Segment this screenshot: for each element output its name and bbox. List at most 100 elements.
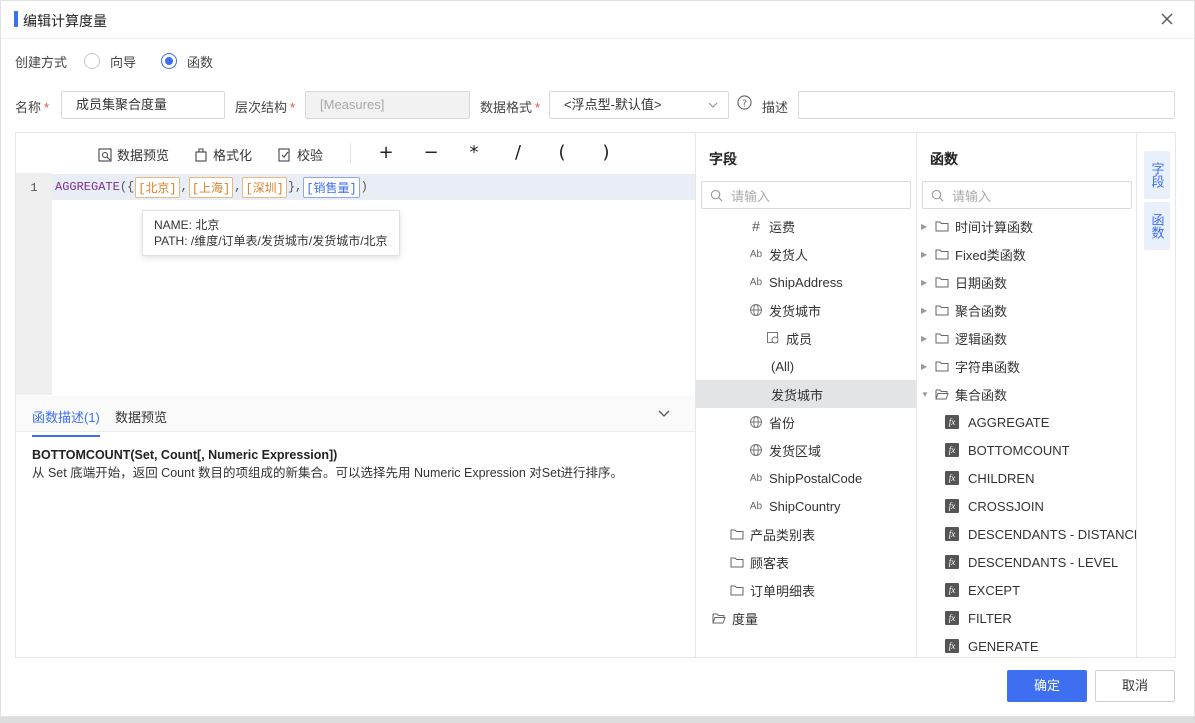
functions-panel: 函数 请输入 ▶ 时间计算函数 ▶ Fixed类函数 ▶ 日期函数 ▶ 聚合函数 ▶ 逻辑… [917,133,1136,657]
globe-icon [749,303,763,317]
measures-folder[interactable]: 度量 [696,604,916,632]
fields-panel: 字段 请输入 # 运费 Ab 发货人 Ab ShipAddress 发货城市 成员 (… [696,133,917,657]
function-group[interactable]: ▶ 逻辑函数 [917,324,1136,352]
text-icon: Ab [749,276,763,288]
globe-icon [749,415,763,429]
side-tabs: 字段 函数 [1136,133,1175,657]
number-icon: # [752,218,760,234]
functions-search-input[interactable]: 请输入 [922,181,1132,209]
function-group[interactable]: ▶ 字符串函数 [917,352,1136,380]
side-tab-fields[interactable]: 字段 [1144,151,1170,199]
member-icon [766,331,780,345]
folder-icon [935,359,949,373]
line-gutter [16,173,52,395]
radio-wizard[interactable] [84,53,101,69]
tab-function-description[interactable]: 函数描述(1) [32,407,100,437]
field-item[interactable]: 发货城市 [696,296,916,324]
close-icon[interactable] [1158,10,1176,28]
text-icon: Ab [749,248,763,260]
op-divide-button[interactable]: / [508,142,528,163]
measure-token[interactable]: [销售量] [303,176,360,198]
editor-panel: 数据预览 格式化 校验 + − * / ( ) 1 AGGREGATE ({[… [15,132,1176,658]
folder-icon [730,527,744,541]
tab-data-preview[interactable]: 数据预览 [115,407,167,426]
table-item[interactable]: 订单明细表 [696,576,916,604]
function-item[interactable]: fx EXCEPT [917,576,1136,604]
format-button[interactable]: 格式化 [194,145,252,164]
caret-right-icon: ▶ [921,249,928,259]
caret-down-icon: ▼ [921,389,929,399]
cancel-button[interactable]: 取消 [1095,670,1175,702]
help-icon[interactable]: ? [737,95,752,110]
side-tab-functions[interactable]: 函数 [1144,202,1170,250]
function-icon: fx [945,415,959,429]
function-item[interactable]: fx DESCENDANTS - DISTANCE [917,520,1136,548]
description-input[interactable] [798,91,1175,119]
op-minus-button[interactable]: − [421,142,441,163]
function-item[interactable]: fx GENERATE [917,632,1136,657]
folder-icon [935,275,949,289]
field-item[interactable]: Ab ShipPostalCode [696,464,916,492]
function-group-expanded[interactable]: ▼ 集合函数 [917,380,1136,408]
fields-search-input[interactable]: 请输入 [701,181,911,209]
folder-icon [935,219,949,233]
ok-button[interactable]: 确定 [1007,670,1087,702]
table-item[interactable]: 顾客表 [696,548,916,576]
function-item[interactable]: fx CROSSJOIN [917,492,1136,520]
function-icon: fx [945,583,959,597]
member-token[interactable]: [深圳] [242,176,287,198]
op-multiply-button[interactable]: * [464,142,484,163]
function-group[interactable]: ▶ 时间计算函数 [917,212,1136,240]
function-signature: BOTTOMCOUNT(Set, Count[, Numeric Express… [32,448,338,462]
function-group[interactable]: ▶ Fixed类函数 [917,240,1136,268]
token-tooltip: NAME: 北京 PATH: /维度/订单表/发货城市/发货城市/北京 [142,210,400,256]
fields-title: 字段 [709,151,737,167]
create-mode-label: 创建方式 [15,54,68,70]
field-item[interactable]: Ab ShipAddress [696,268,916,296]
expression-editor-column: 数据预览 格式化 校验 + − * / ( ) 1 AGGREGATE ({[… [16,133,696,657]
function-icon: fx [945,499,959,513]
function-icon: fx [945,527,959,541]
member-token[interactable]: [上海] [188,176,234,198]
name-input[interactable]: 成员集聚合度量 [61,91,225,119]
radio-wizard-label: 向导 [110,54,137,70]
function-group[interactable]: ▶ 日期函数 [917,268,1136,296]
functions-title: 函数 [930,151,958,167]
radio-function[interactable] [161,53,178,69]
op-open-paren-button[interactable]: ( [552,142,572,163]
field-item[interactable]: 省份 [696,408,916,436]
function-item[interactable]: fx DESCENDANTS - LEVEL [917,548,1136,576]
text-icon: Ab [749,472,763,484]
table-item[interactable]: 产品类别表 [696,520,916,548]
text-icon: Ab [749,500,763,512]
format-select-value: <浮点型-默认值> [564,97,662,112]
data-preview-button[interactable]: 数据预览 [98,145,169,164]
field-item[interactable]: Ab ShipCountry [696,492,916,520]
folder-icon [935,247,949,261]
validate-icon [278,147,290,162]
function-icon: fx [945,611,959,625]
field-item[interactable]: Ab 发货人 [696,240,916,268]
folder-open-icon [712,611,726,625]
validate-button[interactable]: 校验 [278,145,323,164]
function-item[interactable]: fx AGGREGATE [917,408,1136,436]
collapse-chevron-icon[interactable] [657,407,671,421]
op-plus-button[interactable]: + [376,142,396,163]
field-item-selected[interactable]: 发货城市 [696,380,916,408]
function-item[interactable]: fx BOTTOMCOUNT [917,436,1136,464]
editor-toolbar: 数据预览 格式化 校验 + − * / ( ) [16,133,695,173]
function-item[interactable]: fx FILTER [917,604,1136,632]
field-item[interactable]: (All) [696,352,916,380]
field-item[interactable]: # 运费 [696,212,916,240]
field-item[interactable]: 发货区域 [696,436,916,464]
field-item[interactable]: 成员 [696,324,916,352]
function-item[interactable]: fx CHILDREN [917,464,1136,492]
expression-code[interactable]: AGGREGATE({[北京], [上海], [深圳]}, [销售量]) [55,176,368,198]
op-close-paren-button[interactable]: ) [596,142,616,163]
member-token[interactable]: [北京] [135,176,180,198]
create-mode-row: 创建方式 向导 函数 [15,52,213,70]
format-select[interactable]: <浮点型-默认值> [549,91,729,119]
function-group[interactable]: ▶ 聚合函数 [917,296,1136,324]
caret-right-icon: ▶ [921,361,928,371]
svg-text:?: ? [742,98,747,109]
